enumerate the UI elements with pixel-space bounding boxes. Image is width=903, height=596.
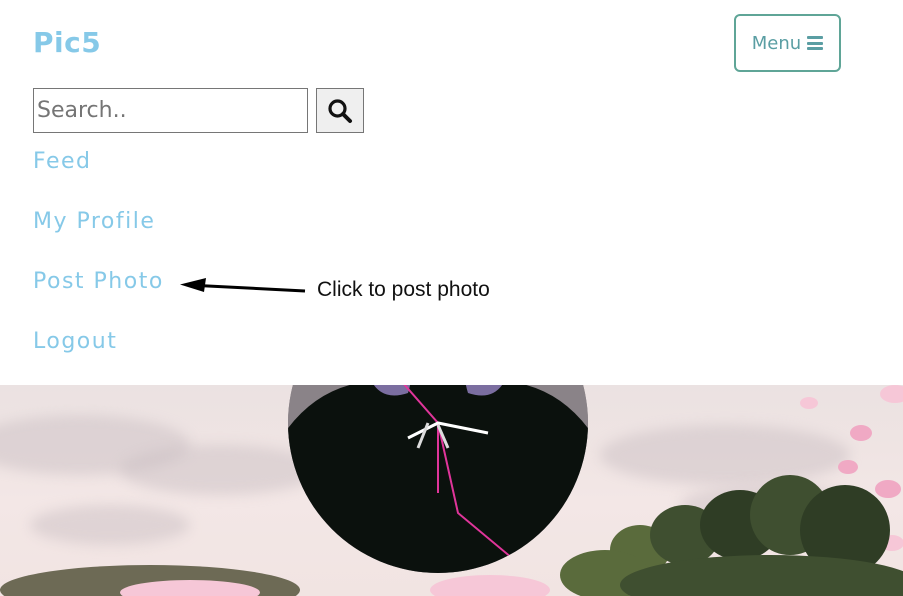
- menu-button[interactable]: Menu: [734, 14, 841, 72]
- page: Pic5 Menu Feed My Profile Post Photo Log…: [0, 0, 903, 596]
- annotation-arrow-icon: [180, 278, 306, 293]
- nav-link-logout[interactable]: Logout: [33, 329, 117, 354]
- nav-link-my-profile[interactable]: My Profile: [33, 209, 155, 234]
- menu-label: Menu: [751, 32, 802, 54]
- nav-header: Pic5 Menu Feed My Profile Post Photo Log…: [0, 0, 903, 385]
- hamburger-icon: [807, 36, 824, 50]
- nav-link-feed[interactable]: Feed: [33, 149, 92, 174]
- brand-logo[interactable]: Pic5: [33, 26, 101, 59]
- search-icon: [328, 98, 352, 123]
- search-button[interactable]: [316, 88, 364, 133]
- annotation-callout: Click to post photo: [317, 278, 490, 301]
- nav-link-post-photo[interactable]: Post Photo: [33, 269, 164, 294]
- avatar-illustration: [288, 385, 588, 573]
- hero-background-image: [0, 385, 903, 596]
- search-input[interactable]: [33, 88, 308, 133]
- profile-avatar: [288, 385, 588, 573]
